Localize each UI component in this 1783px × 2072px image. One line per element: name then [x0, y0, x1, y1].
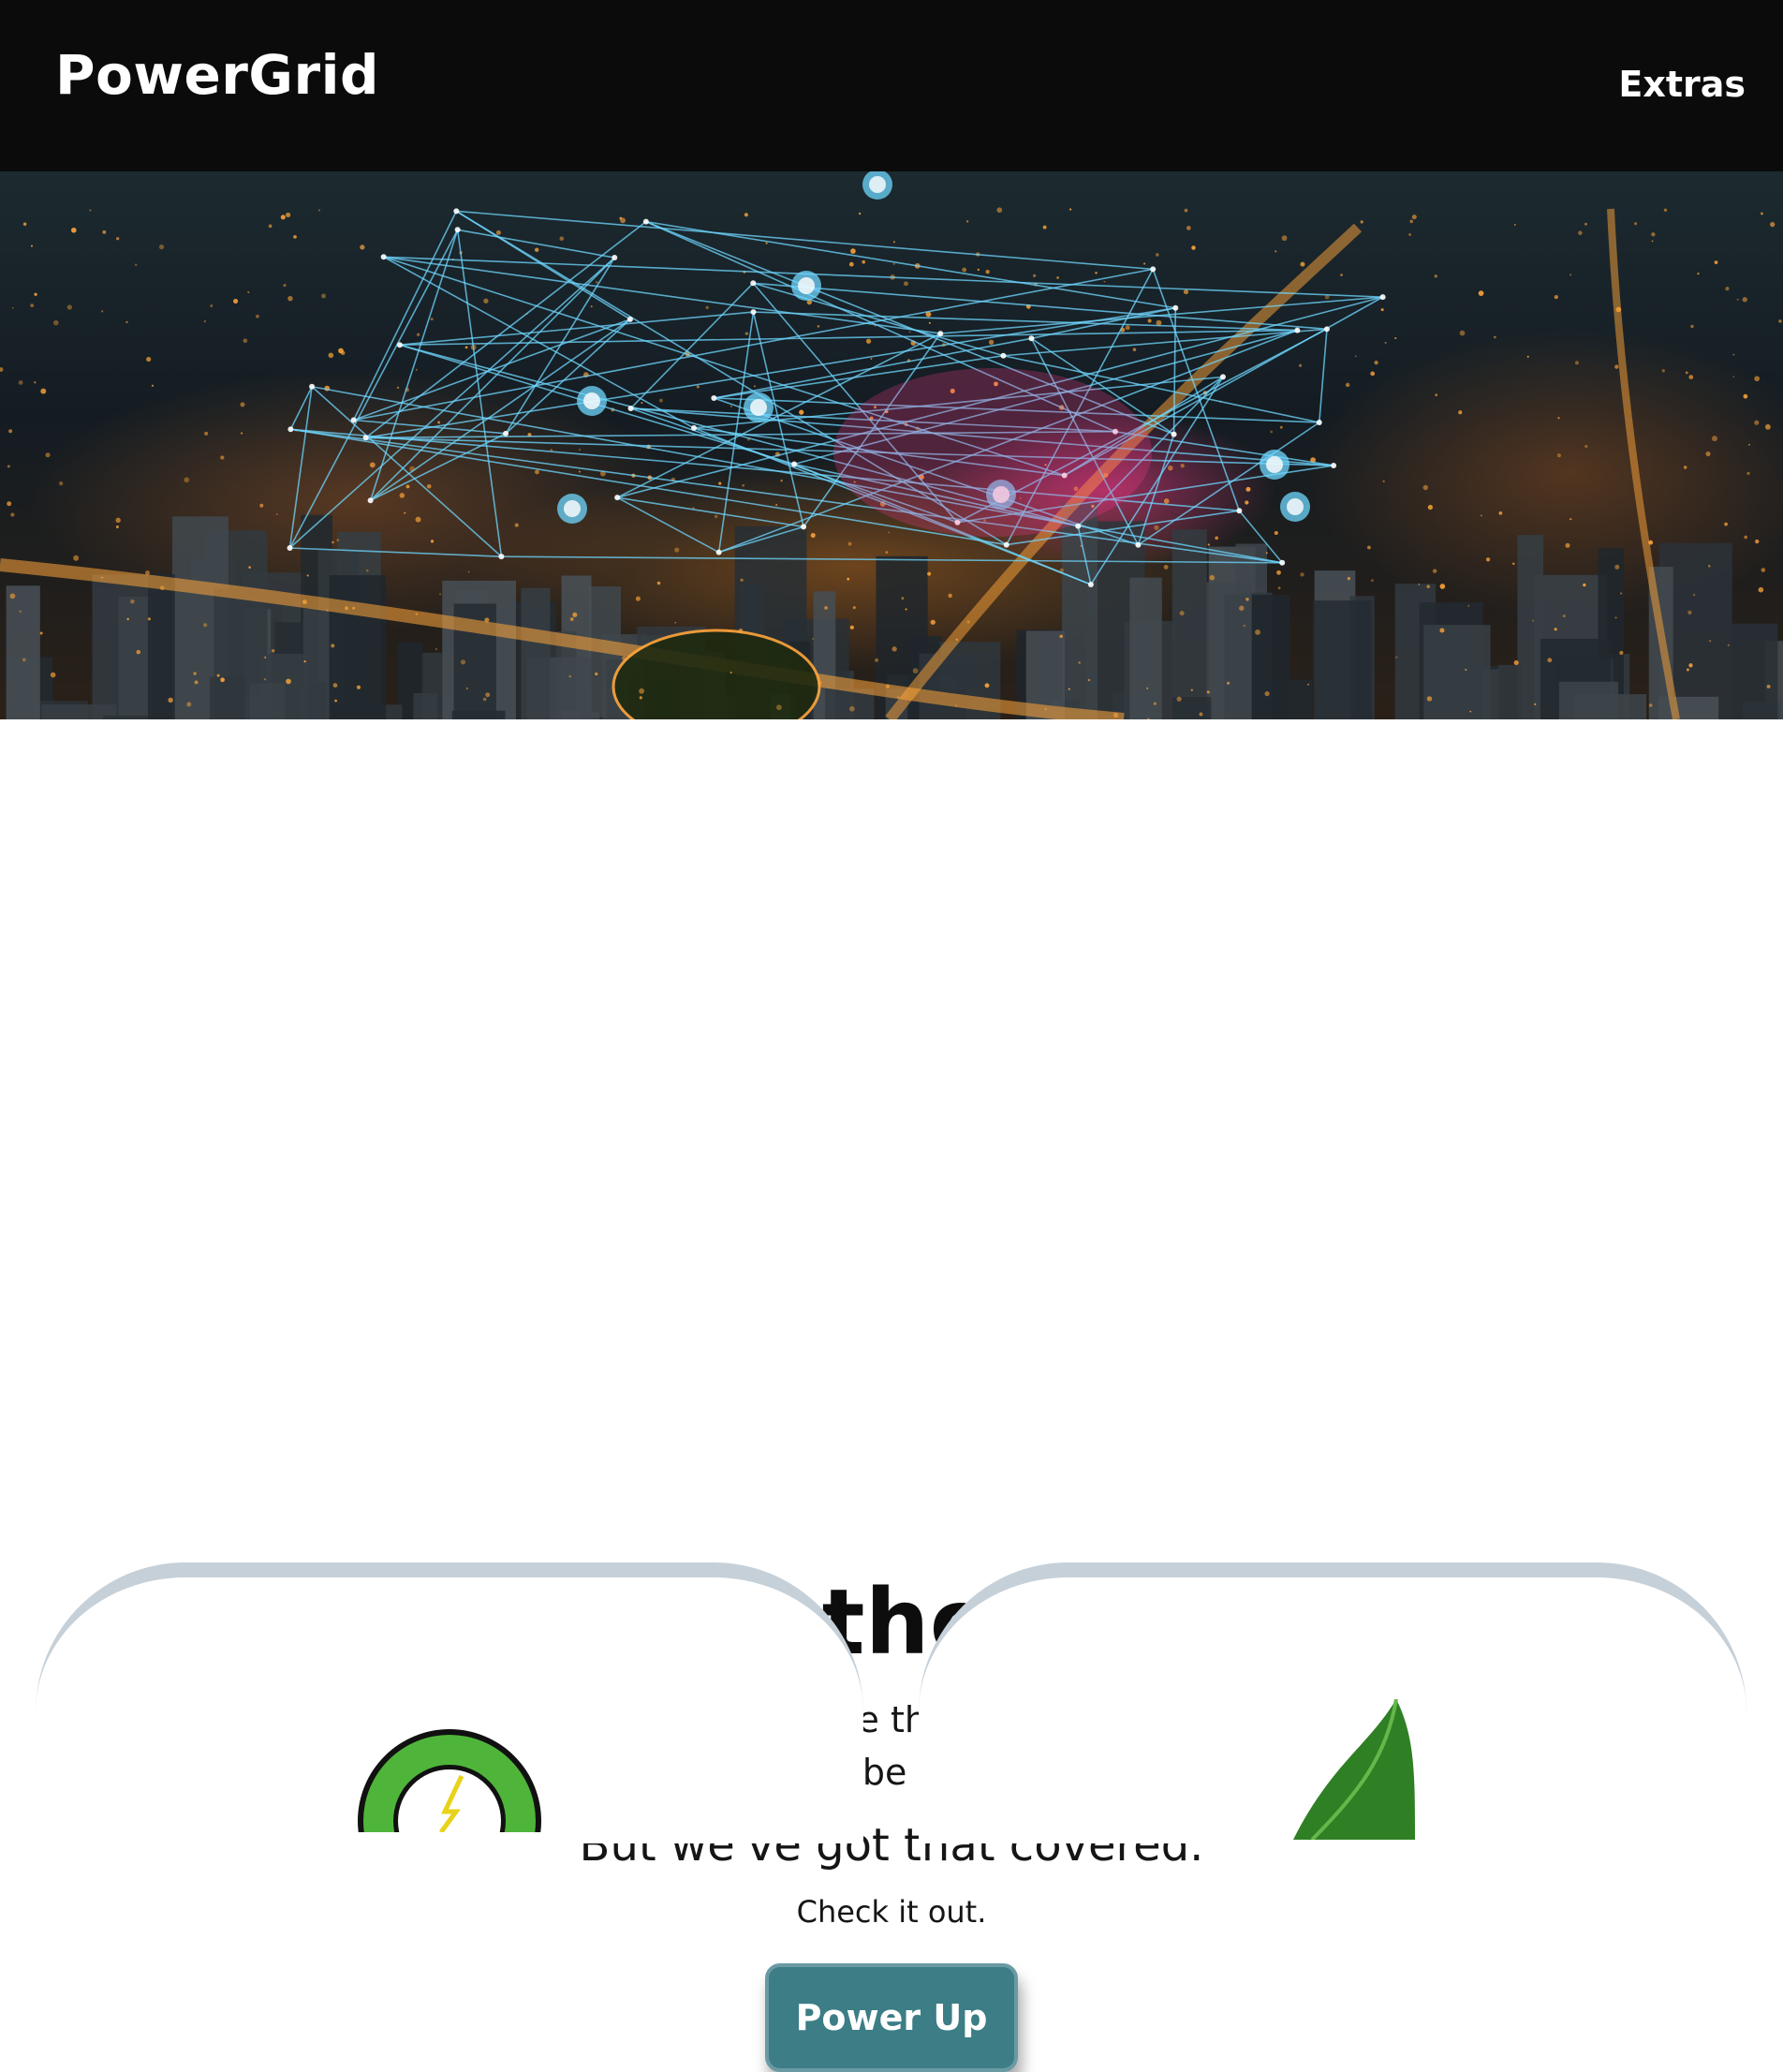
leaf-icon — [1275, 1699, 1424, 1840]
cta-caption: Check it out. — [0, 1894, 1783, 1930]
navbar: PowerGrid Extras — [0, 0, 1783, 171]
page-title: Welcome to the PowerGrid. — [0, 719, 1783, 1675]
feature-card-charging[interactable] — [36, 1562, 863, 1843]
power-up-button[interactable]: Power Up — [765, 1963, 1018, 2072]
nav-link-extras[interactable]: Extras — [1618, 64, 1746, 105]
brand-logo[interactable]: PowerGrid — [55, 43, 379, 107]
feature-card-eco[interactable] — [919, 1562, 1746, 1843]
hero-banner — [0, 171, 1783, 719]
charging-plug-icon — [351, 1710, 548, 1832]
intro-section: Welcome to the PowerGrid. Electric vehic… — [0, 719, 1783, 2072]
hero-image-city-grid — [0, 171, 1783, 719]
